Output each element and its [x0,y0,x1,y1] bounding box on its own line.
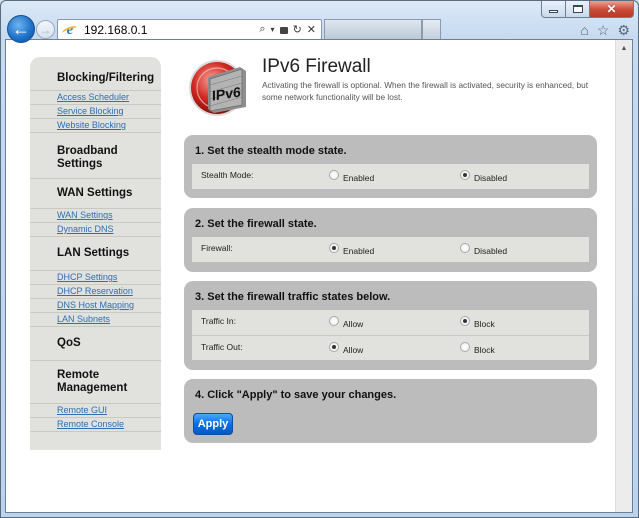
traffic-out-block-radio[interactable] [460,342,470,352]
panel-title: 1. Set the stealth mode state. [195,145,347,157]
option-label: Allow [343,319,364,329]
traffic-in-row: Traffic In: Allow Block [192,310,589,335]
firewall-disabled-radio[interactable] [460,243,470,253]
address-bar[interactable]: e 192.168.0.1 ⌕ ▾ ↻ ✕ [57,19,322,40]
browser-tools: ⌂ ☆ ⚙ [580,22,630,39]
stealth-disabled-option[interactable]: Disabled [460,170,507,183]
stop-icon[interactable]: ✕ [307,23,316,36]
refresh-icon[interactable]: ↻ [293,23,302,36]
sidebar-link-dynamic-dns[interactable]: Dynamic DNS [30,223,161,237]
panel-title: 4. Click "Apply" to save your changes. [195,389,397,401]
traffic-in-block-radio[interactable] [460,316,470,326]
sidebar-link-service-blocking[interactable]: Service Blocking [30,105,161,119]
minimize-icon [549,10,558,13]
home-icon[interactable]: ⌂ [580,22,588,39]
firewall-enabled-option[interactable]: Enabled [329,243,374,256]
back-arrow-icon: ← [12,18,30,39]
option-label: Disabled [474,246,508,256]
stealth-disabled-radio[interactable] [460,170,470,180]
traffic-out-block-option[interactable]: Block [460,342,495,355]
forward-arrow-icon: → [39,22,52,37]
sidebar-link-dhcp-reservation[interactable]: DHCP Reservation [30,285,161,299]
firewall-state-panel: 2. Set the firewall state. Firewall: Ena… [184,208,597,272]
firewall-disabled-option[interactable]: Disabled [460,243,507,256]
option-label: Enabled [343,246,375,256]
option-label: Disabled [474,173,508,183]
star-icon[interactable]: ☆ [597,22,610,39]
sidebar-link-dns-host-mapping[interactable]: DNS Host Mapping [30,299,161,313]
traffic-in-allow-radio[interactable] [329,316,339,326]
lock-icon[interactable] [279,27,288,34]
sidebar-section-broadband-settings: Broadband Settings [30,133,161,179]
sidebar-link-wan-settings[interactable]: WAN Settings [30,209,161,223]
traffic-out-row: Traffic Out: Allow Block [192,335,589,360]
sidebar-section-wan-settings: WAN Settings [30,179,161,209]
search-icon[interactable]: ⌕ [259,23,265,36]
stealth-mode-row: Stealth Mode: Enabled Disabled [192,164,589,189]
sidebar-link-access-scheduler[interactable]: Access Scheduler [30,91,161,105]
option-label: Block [474,319,495,329]
page-title: IPv6 Firewall [262,56,371,77]
sidebar-link-remote-console[interactable]: Remote Console [30,418,161,432]
sidebar-section-blocking-filtering: Blocking/Filtering [30,67,161,91]
gear-icon[interactable]: ⚙ [617,22,630,39]
stealth-mode-label: Stealth Mode: [201,170,254,180]
sidebar-section-title: Broadband Settings [57,144,118,170]
traffic-out-allow-radio[interactable] [329,342,339,352]
browser-tab[interactable] [324,19,422,40]
traffic-out-allow-option[interactable]: Allow [329,342,363,355]
url-text[interactable]: 192.168.0.1 [84,23,259,37]
panel-title: 3. Set the firewall traffic states below… [195,291,391,303]
sidebar-link-remote-gui[interactable]: Remote GUI [30,404,161,418]
traffic-in-label: Traffic In: [201,316,236,326]
ipv6-firewall-logo-icon: IPv6 [189,60,246,116]
option-label: Enabled [343,173,375,183]
maximize-icon [572,5,583,13]
stealth-enabled-radio[interactable] [329,170,339,180]
sidebar-link-dhcp-settings[interactable]: DHCP Settings [30,271,161,285]
back-button[interactable]: ← [7,15,35,43]
vertical-scrollbar[interactable]: ▲ [615,40,632,512]
stealth-mode-panel: 1. Set the stealth mode state. Stealth M… [184,135,597,198]
navigation-bar: ← → e 192.168.0.1 ⌕ ▾ ↻ ✕ ⌂ ☆ ⚙ [5,14,638,43]
sidebar-section-title: Remote Management [57,369,128,394]
traffic-out-label: Traffic Out: [201,342,243,352]
traffic-in-allow-option[interactable]: Allow [329,316,363,329]
sidebar-section-qos: QoS [30,327,161,361]
browser-window: ✕ ← → e 192.168.0.1 ⌕ ▾ ↻ ✕ ⌂ ☆ ⚙ Blocki… [0,0,639,518]
apply-button[interactable]: Apply [193,413,233,435]
traffic-in-block-option[interactable]: Block [460,316,495,329]
scroll-up-arrow-icon[interactable]: ▲ [616,42,632,56]
firewall-row: Firewall: Enabled Disabled [192,237,589,262]
option-label: Block [474,345,495,355]
panel-title: 2. Set the firewall state. [195,218,317,230]
page-viewport: Blocking/Filtering Access Scheduler Serv… [5,39,633,513]
traffic-states-panel: 3. Set the firewall traffic states below… [184,281,597,370]
option-label: Allow [343,345,364,355]
forward-button[interactable]: → [36,20,55,39]
sidebar: Blocking/Filtering Access Scheduler Serv… [30,57,161,450]
sidebar-link-website-blocking[interactable]: Website Blocking [30,119,161,133]
sidebar-link-lan-subnets[interactable]: LAN Subnets [30,313,161,327]
firewall-label: Firewall: [201,243,233,253]
stealth-enabled-option[interactable]: Enabled [329,170,374,183]
dropdown-icon[interactable]: ▾ [271,25,275,34]
firewall-enabled-radio[interactable] [329,243,339,253]
sidebar-section-remote-management: Remote Management [30,361,161,404]
ie-page-icon: e [62,22,78,38]
new-tab-button[interactable] [422,19,441,40]
sidebar-section-lan-settings: LAN Settings [30,237,161,271]
apply-panel: 4. Click "Apply" to save your changes. A… [184,379,597,443]
page-description: Activating the firewall is optional. Whe… [262,80,589,102]
